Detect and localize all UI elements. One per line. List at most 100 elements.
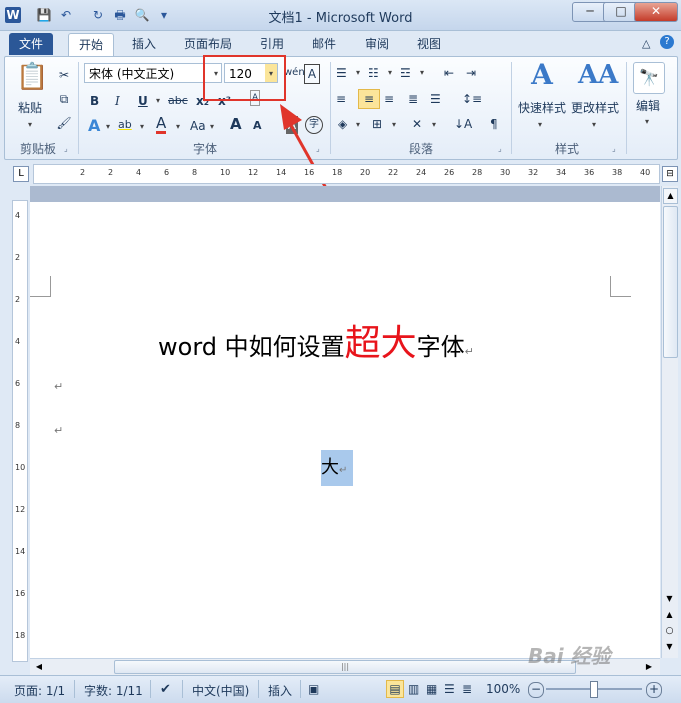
styles-launcher-icon[interactable]: ⌟	[612, 144, 616, 153]
editing-dropdown-icon[interactable]: ▾	[645, 113, 649, 131]
web-layout-view-icon[interactable]: ▦	[426, 682, 437, 696]
print-layout-view-icon[interactable]: ▤	[386, 680, 404, 698]
paste-icon[interactable]: 📋	[16, 62, 48, 92]
browse-object-icon[interactable]: ○	[663, 624, 676, 638]
hscroll-thumb[interactable]: |||	[114, 660, 576, 674]
tab-selector-icon[interactable]: L	[13, 166, 29, 182]
tab-insert[interactable]: 插入	[122, 33, 166, 55]
tab-mailings[interactable]: 邮件	[302, 33, 346, 55]
shrink-font-icon[interactable]: A	[253, 117, 262, 135]
align-right-icon[interactable]: ≡	[384, 90, 394, 108]
quick-styles-button[interactable]: 快速样式	[518, 99, 566, 116]
change-styles-dropdown-icon[interactable]: ▾	[592, 116, 596, 134]
font-color-icon[interactable]: A	[156, 116, 167, 134]
outline-view-icon[interactable]: ☰	[444, 682, 455, 696]
text-effects-icon[interactable]: A	[88, 117, 100, 135]
tab-view[interactable]: 视图	[407, 33, 451, 55]
minimize-ribbon-icon[interactable]: △	[642, 37, 650, 50]
scroll-up-icon[interactable]: ▲	[663, 188, 678, 204]
increase-indent-icon[interactable]: ⇥	[466, 64, 476, 82]
change-styles-button[interactable]: 更改样式	[571, 99, 619, 116]
decrease-indent-icon[interactable]: ⇤	[444, 64, 454, 82]
zoom-slider-thumb[interactable]	[590, 681, 598, 698]
font-name-combo[interactable]: 宋体 (中文正文) ▾	[84, 63, 222, 83]
next-page-icon[interactable]: ▼	[663, 640, 676, 654]
document-heading[interactable]: word 中如何设置超大字体↵	[158, 314, 474, 366]
chinese-layout-dropdown-icon[interactable]: ▾	[432, 116, 436, 134]
proofing-icon[interactable]: ✔	[160, 682, 171, 697]
grow-font-icon[interactable]: A	[230, 115, 242, 133]
underline-button[interactable]: U	[138, 92, 148, 110]
selected-text[interactable]: 大↵	[321, 450, 353, 486]
tab-home[interactable]: 开始	[68, 33, 115, 56]
borders-dropdown-icon[interactable]: ▾	[392, 116, 396, 134]
align-center-icon[interactable]: ≡	[358, 89, 380, 109]
char-border-icon[interactable]: A	[304, 64, 320, 84]
line-spacing-icon[interactable]: ↕≡	[462, 90, 482, 108]
tab-file[interactable]: 文件	[9, 33, 54, 55]
editing-button[interactable]: 编辑	[636, 97, 660, 114]
bullets-icon[interactable]: ☰	[336, 64, 347, 82]
highlight-dropdown-icon[interactable]: ▾	[140, 118, 144, 136]
justify-icon[interactable]: ≣	[408, 90, 418, 108]
insert-mode[interactable]: 插入	[268, 682, 292, 699]
copy-icon[interactable]: ⧉	[56, 90, 72, 108]
language-indicator[interactable]: 中文(中国)	[192, 682, 249, 699]
page-count[interactable]: 页面: 1/1	[14, 682, 65, 699]
tab-page-layout[interactable]: 页面布局	[174, 33, 242, 55]
borders-icon[interactable]: ⊞	[372, 115, 382, 133]
format-painter-icon[interactable]: 🖌	[56, 114, 72, 132]
paragraph-launcher-icon[interactable]: ⌟	[498, 144, 502, 153]
italic-button[interactable]: I	[115, 92, 120, 110]
change-case-icon[interactable]: Aa	[190, 117, 206, 135]
font-color-dropdown-icon[interactable]: ▾	[176, 118, 180, 136]
previous-page-icon[interactable]: ▲	[663, 608, 676, 622]
document-page[interactable]: word 中如何设置超大字体↵ ↵ ↵ 大↵	[30, 202, 660, 660]
zoom-level[interactable]: 100%	[486, 682, 520, 696]
scroll-thumb[interactable]	[663, 206, 678, 358]
help-icon[interactable]: ?	[660, 35, 674, 49]
ruler-tick-label: 28	[472, 168, 483, 177]
binoculars-icon[interactable]: 🔭	[633, 62, 665, 94]
clipboard-launcher-icon[interactable]: ⌟	[64, 144, 68, 153]
view-ruler-icon[interactable]: ⊟	[662, 166, 678, 182]
ruler-tick-label: 8	[15, 421, 21, 430]
horizontal-ruler[interactable]: 224681012141618202224262830323436384042	[33, 164, 678, 184]
zoom-in-icon[interactable]: +	[646, 682, 662, 698]
zoom-out-icon[interactable]: −	[528, 682, 544, 698]
pinyin-guide-icon[interactable]: wén	[284, 64, 305, 82]
multilevel-list-icon[interactable]: ☲	[400, 64, 411, 82]
highlight-icon[interactable]: ab	[118, 116, 132, 134]
change-case-dropdown-icon[interactable]: ▾	[210, 118, 214, 136]
scroll-down-icon[interactable]: ▼	[663, 592, 676, 606]
multilevel-dropdown-icon[interactable]: ▾	[420, 64, 424, 82]
numbering-dropdown-icon[interactable]: ▾	[388, 64, 392, 82]
tab-references[interactable]: 引用	[250, 33, 294, 55]
quick-styles-icon[interactable]: A	[526, 60, 558, 90]
full-screen-view-icon[interactable]: ▥	[408, 682, 419, 696]
draft-view-icon[interactable]: ≣	[462, 682, 472, 696]
text-effects-dropdown-icon[interactable]: ▾	[106, 118, 110, 136]
paste-button[interactable]: 粘贴	[18, 99, 42, 116]
quick-styles-dropdown-icon[interactable]: ▾	[538, 116, 542, 134]
tab-review[interactable]: 审阅	[355, 33, 399, 55]
vertical-scrollbar[interactable]: ▲ ▼ ▲ ○ ▼	[661, 186, 678, 658]
change-styles-icon[interactable]: AA	[578, 60, 618, 90]
sort-icon[interactable]: ↓A	[454, 115, 472, 133]
macro-record-icon[interactable]: ▣	[308, 682, 319, 696]
bullets-dropdown-icon[interactable]: ▾	[356, 64, 360, 82]
distributed-icon[interactable]: ☰	[430, 90, 441, 108]
numbering-icon[interactable]: ☷	[368, 64, 379, 82]
underline-dropdown-icon[interactable]: ▾	[156, 92, 160, 110]
cut-icon[interactable]: ✂	[56, 66, 72, 84]
bold-button[interactable]: B	[90, 92, 99, 110]
word-count[interactable]: 字数: 1/11	[84, 682, 143, 699]
paste-dropdown-icon[interactable]: ▾	[28, 116, 32, 134]
show-marks-icon[interactable]: ¶	[490, 115, 498, 133]
close-button[interactable]: ✕	[634, 2, 678, 22]
chinese-layout-icon[interactable]: ✕	[412, 115, 422, 133]
scroll-right-icon[interactable]: ▶	[642, 660, 656, 673]
strikethrough-button[interactable]: abc	[168, 92, 188, 110]
document-area[interactable]: word 中如何设置超大字体↵ ↵ ↵ 大↵	[30, 186, 660, 660]
scroll-left-icon[interactable]: ◀	[32, 660, 46, 673]
